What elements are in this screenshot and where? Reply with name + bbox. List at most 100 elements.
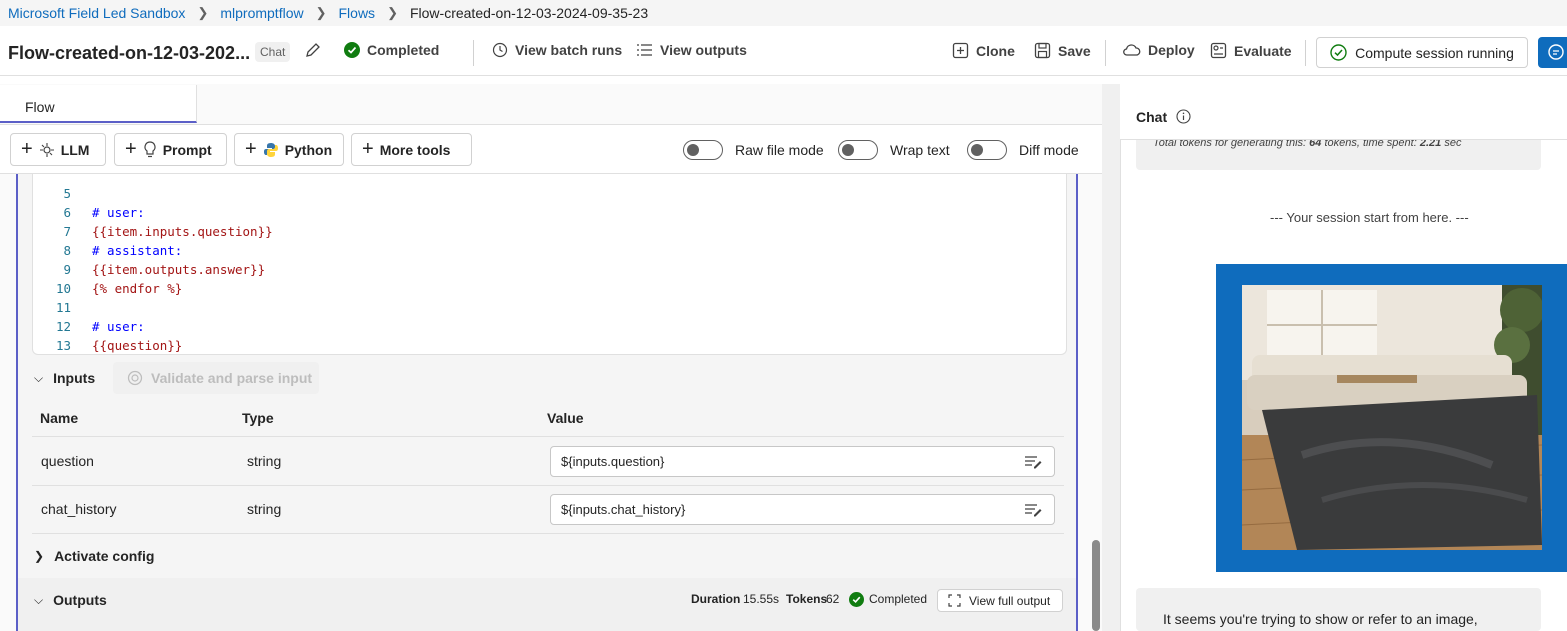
tokens-label: Tokens: [786, 592, 828, 606]
input-value-field[interactable]: ${inputs.chat_history}: [550, 494, 1055, 525]
rename-button[interactable]: [304, 41, 322, 59]
cloud-icon: [1123, 44, 1141, 56]
breadcrumb-project[interactable]: mlpromptflow: [220, 5, 303, 21]
divider: [32, 485, 1064, 486]
expand-icon: [948, 594, 961, 607]
pencil-icon: [306, 43, 320, 57]
view-outputs-label: View outputs: [660, 42, 747, 58]
editor-toolbar: + LLM + Prompt + Python + More tools Raw…: [0, 124, 1102, 174]
code-editor[interactable]: 5 # user: 6 {{item.inputs.question}} 7 #…: [32, 174, 1067, 355]
editor-scrollbar[interactable]: [1092, 540, 1100, 631]
add-python-button[interactable]: + Python: [234, 133, 344, 166]
clone-label: Clone: [976, 42, 1015, 59]
column-header-value: Value: [547, 410, 584, 426]
list-icon: [637, 44, 652, 56]
code-line: 9 {% endfor %}: [33, 241, 182, 296]
code-line: 11 # user:: [33, 279, 145, 334]
validate-parse-input-button[interactable]: Validate and parse input: [113, 362, 319, 394]
duration-value: 15.55s: [743, 592, 780, 606]
raw-file-mode-toggle[interactable]: [683, 140, 723, 160]
flow-type-chip: Chat: [255, 42, 291, 62]
view-outputs-button[interactable]: View outputs: [636, 42, 747, 58]
code-line: 5 # user:: [33, 174, 144, 220]
input-type: string: [247, 501, 282, 517]
divider: [1305, 40, 1306, 66]
add-prompt-label: Prompt: [162, 141, 212, 158]
living-room-image[interactable]: [1242, 285, 1542, 550]
chevron-down-icon: ⌵: [34, 592, 44, 607]
diff-mode-toggle[interactable]: [967, 140, 1007, 160]
clone-icon: [952, 42, 969, 59]
outputs-section-toggle[interactable]: ⌵ Outputs: [34, 592, 107, 608]
raw-file-mode-label: Raw file mode: [735, 142, 824, 158]
code-text: # user:: [92, 205, 145, 220]
check-circle-icon: [344, 42, 360, 58]
chevron-right-icon: ❯: [387, 5, 398, 20]
more-tools-label: More tools: [379, 141, 451, 158]
add-prompt-button[interactable]: + Prompt: [114, 133, 227, 166]
input-name: question: [41, 453, 94, 469]
code-line: 12 {{question}}: [33, 298, 182, 353]
view-full-output-button[interactable]: View full output: [937, 589, 1063, 612]
code-text: # user:: [92, 319, 145, 334]
chevron-right-icon: ❯: [34, 549, 45, 563]
session-start-marker: --- Your session start from here. ---: [1270, 210, 1469, 225]
deploy-button[interactable]: Deploy: [1122, 42, 1195, 58]
edit-text-icon[interactable]: [1024, 503, 1042, 517]
divider: [32, 533, 1064, 534]
duration-label: Duration: [691, 592, 741, 606]
chat-toggle-button[interactable]: [1538, 37, 1567, 68]
input-value-text: ${inputs.question}: [561, 454, 665, 469]
code-line: 8 {{item.outputs.answer}}: [33, 222, 265, 277]
edit-text-icon[interactable]: [1024, 455, 1042, 469]
code-text: {{question}}: [92, 338, 183, 353]
info-icon[interactable]: [1176, 109, 1191, 124]
divider: [473, 40, 474, 66]
code-text: {{item.outputs.answer}}: [92, 262, 266, 277]
chevron-down-icon: ⌵: [34, 370, 44, 385]
outputs-section-label: Outputs: [53, 592, 107, 608]
clone-button[interactable]: Clone: [952, 42, 1015, 59]
save-button[interactable]: Save: [1034, 42, 1091, 59]
output-status: Completed: [869, 592, 928, 606]
divider: [32, 436, 1064, 437]
python-icon: [263, 142, 278, 157]
run-status-label: Completed: [367, 42, 440, 58]
compute-session-button[interactable]: Compute session running: [1316, 37, 1528, 68]
activate-config-toggle[interactable]: ❯ Activate config: [34, 548, 154, 564]
breadcrumb-workspace[interactable]: Microsoft Field Led Sandbox: [8, 5, 185, 21]
chevron-right-icon: ❯: [315, 5, 327, 20]
check-circle-icon: [849, 592, 864, 607]
chevron-right-icon: ❯: [197, 5, 209, 20]
code-text: {% endfor %}: [92, 281, 183, 296]
code-line: 7 # assistant:: [33, 203, 182, 258]
wrap-text-label: Wrap text: [890, 142, 950, 158]
diff-mode-label: Diff mode: [1019, 142, 1079, 158]
more-tools-button[interactable]: + More tools: [351, 133, 472, 166]
chat-header: Chat: [1120, 92, 1567, 140]
input-value-field[interactable]: ${inputs.question}: [550, 446, 1055, 477]
code-text: # assistant:: [92, 243, 183, 258]
column-header-name: Name: [40, 410, 79, 426]
history-icon: [492, 42, 508, 58]
activate-config-label: Activate config: [54, 548, 155, 564]
compute-session-label: Compute session running: [1355, 44, 1514, 61]
pane-splitter[interactable]: [1102, 84, 1120, 631]
evaluate-button[interactable]: Evaluate: [1210, 42, 1292, 59]
code-line: 10: [33, 260, 71, 296]
view-batch-runs-button[interactable]: View batch runs: [492, 42, 622, 58]
save-label: Save: [1058, 42, 1091, 59]
wrap-text-toggle[interactable]: [838, 140, 878, 160]
code-line: 13: [33, 317, 71, 353]
llm-icon: [39, 142, 54, 157]
add-llm-button[interactable]: + LLM: [10, 133, 106, 166]
run-status: Completed: [344, 42, 439, 58]
plus-icon: +: [21, 138, 33, 160]
chat-title: Chat: [1136, 109, 1168, 125]
validate-parse-input-label: Validate and parse input: [151, 370, 313, 386]
tab-flow[interactable]: Flow: [0, 85, 197, 123]
breadcrumb-flows[interactable]: Flows: [339, 5, 376, 21]
inputs-section-toggle[interactable]: ⌵ Inputs: [34, 370, 95, 386]
tokens-value: 62: [826, 592, 840, 606]
check-circle-outline-icon: [1330, 44, 1347, 61]
